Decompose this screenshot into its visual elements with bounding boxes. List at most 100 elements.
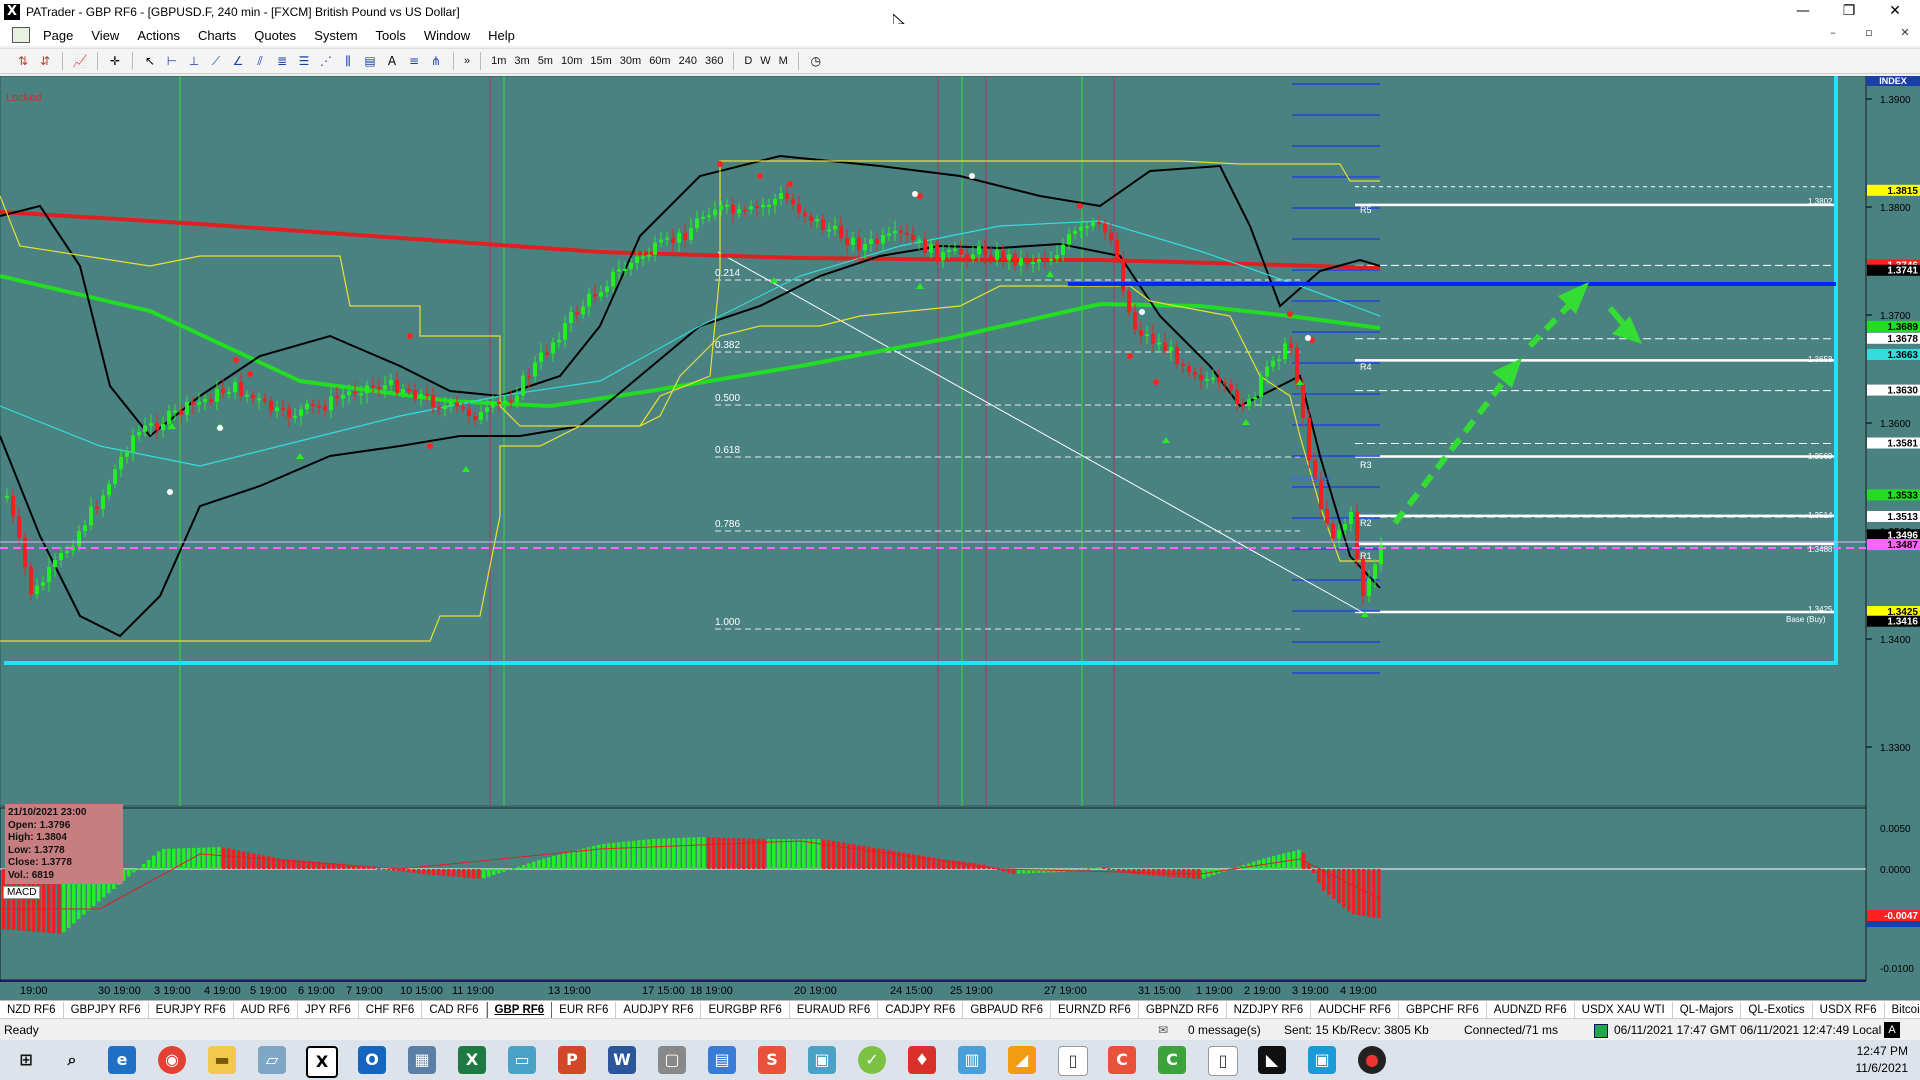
timeframe-360[interactable]: 360 <box>705 55 723 67</box>
minimize-button[interactable]: — <box>1780 0 1826 24</box>
message-icon[interactable]: ✉ <box>1158 1019 1168 1041</box>
rectangle-icon[interactable]: ▤ <box>362 53 378 69</box>
timeframe-1m[interactable]: 1m <box>491 55 506 67</box>
fib-extension-icon[interactable]: ≡ <box>406 53 422 69</box>
file-explorer-icon[interactable]: ▬ <box>208 1046 236 1074</box>
app-icon[interactable]: C <box>1158 1046 1186 1074</box>
tab-nzdjpy-rf6[interactable]: NZDJPY RF6 <box>1227 1002 1312 1018</box>
taskbar-clock[interactable]: 12:47 PM 11/6/2021 <box>1856 1043 1909 1077</box>
toolbar-more-button[interactable]: » <box>464 55 470 67</box>
app-icon[interactable]: ▭ <box>508 1046 536 1074</box>
file-icon[interactable]: ▯ <box>1208 1046 1238 1076</box>
channel-icon[interactable]: ⫽ <box>252 53 268 69</box>
tab-cad-rf6[interactable]: CAD RF6 <box>422 1002 487 1018</box>
app-icon[interactable]: S <box>758 1046 786 1074</box>
tab-chf-rf6[interactable]: CHF RF6 <box>359 1002 423 1018</box>
order-icon[interactable]: ⇵ <box>37 53 53 69</box>
mdi-restore-button[interactable]: ▫ <box>1856 26 1882 42</box>
period-monthly[interactable]: M <box>779 55 788 67</box>
powerpoint-icon[interactable]: P <box>558 1046 586 1074</box>
cycle-lines-icon[interactable]: ⫼ <box>340 53 356 69</box>
app-icon[interactable]: ◢ <box>1008 1046 1036 1074</box>
menu-tools[interactable]: Tools <box>367 28 415 43</box>
mdi-minimize-button[interactable]: – <box>1820 26 1846 42</box>
tab-ql-majors[interactable]: QL-Majors <box>1673 1002 1742 1018</box>
maximize-button[interactable]: ❐ <box>1826 0 1872 24</box>
menu-system[interactable]: System <box>305 28 366 43</box>
chrome-browser-icon[interactable]: ◉ <box>158 1046 186 1074</box>
edge-browser-icon[interactable]: e <box>108 1046 136 1074</box>
word-icon[interactable]: W <box>608 1046 636 1074</box>
tab-nzd-rf6[interactable]: NZD RF6 <box>0 1002 64 1018</box>
tab-jpy-rf6[interactable]: JPY RF6 <box>298 1002 359 1018</box>
patrader-icon[interactable]: X <box>306 1046 338 1078</box>
pitchfork-icon[interactable]: ⋔ <box>428 53 444 69</box>
tab-gbpnzd-rf6[interactable]: GBPNZD RF6 <box>1139 1002 1227 1018</box>
tab-audnzd-rf6[interactable]: AUDNZD RF6 <box>1487 1002 1575 1018</box>
timeframe-15m[interactable]: 15m <box>590 55 611 67</box>
tab-usdx-rf6[interactable]: USDX RF6 <box>1813 1002 1885 1018</box>
excel-icon[interactable]: X <box>458 1046 486 1074</box>
app-icon[interactable]: ▣ <box>1308 1046 1336 1074</box>
cursor-icon[interactable]: ↖ <box>142 53 158 69</box>
tab-eurgbp-rf6[interactable]: EURGBP RF6 <box>701 1002 790 1018</box>
tab-euraud-rf6[interactable]: EURAUD RF6 <box>790 1002 879 1018</box>
timeframe-60m[interactable]: 60m <box>649 55 670 67</box>
price-chart[interactable]: INDEX 0.214 0.382 0.500 0.618 0.786 1.00… <box>0 76 1920 1000</box>
horizontal-line-icon[interactable]: ⊢ <box>164 53 180 69</box>
mdi-close-button[interactable]: ✕ <box>1892 26 1918 42</box>
menu-charts[interactable]: Charts <box>189 28 245 43</box>
crosshair-icon[interactable]: ✛ <box>107 53 123 69</box>
menu-page[interactable]: Page <box>34 28 82 43</box>
tab-gbpaud-rf6[interactable]: GBPAUD RF6 <box>963 1002 1051 1018</box>
outlook-icon[interactable]: O <box>358 1046 386 1074</box>
app-icon[interactable]: ▢ <box>658 1046 686 1074</box>
tab-cadjpy-rf6[interactable]: CADJPY RF6 <box>878 1002 964 1018</box>
tab-bitcoin[interactable]: Bitcoin <box>1885 1002 1920 1018</box>
app-icon[interactable]: ▱ <box>258 1046 286 1074</box>
app-icon[interactable]: ▤ <box>708 1046 736 1074</box>
windows-start-icon[interactable]: ⊞ <box>12 1046 40 1074</box>
tab-audjpy-rf6[interactable]: AUDJPY RF6 <box>616 1002 702 1018</box>
text-icon[interactable]: A <box>384 53 400 69</box>
tab-eurjpy-rf6[interactable]: EURJPY RF6 <box>149 1002 234 1018</box>
tab-eur-rf6[interactable]: EUR RF6 <box>552 1002 617 1018</box>
app-icon[interactable]: ✓ <box>858 1046 886 1074</box>
app-icon[interactable]: ♦ <box>908 1046 936 1074</box>
app-icon[interactable]: ▥ <box>958 1046 986 1074</box>
tab-gbpjpy-rf6[interactable]: GBPJPY RF6 <box>64 1002 149 1018</box>
trend-line-icon[interactable]: ⟋ <box>208 53 224 69</box>
timeframe-5m[interactable]: 5m <box>538 55 553 67</box>
chart-icon[interactable]: 📈 <box>72 53 88 69</box>
tab-usdx-xau-wti[interactable]: USDX XAU WTI <box>1575 1002 1673 1018</box>
timeframe-3m[interactable]: 3m <box>514 55 529 67</box>
timeframe-30m[interactable]: 30m <box>620 55 641 67</box>
close-button[interactable]: ✕ <box>1872 0 1918 24</box>
notepad-icon[interactable]: ▯ <box>1058 1046 1088 1076</box>
search-icon[interactable]: ⌕ <box>58 1046 86 1074</box>
app-icon[interactable]: C <box>1108 1046 1136 1074</box>
menu-quotes[interactable]: Quotes <box>245 28 305 43</box>
menu-help[interactable]: Help <box>479 28 524 43</box>
ray-icon[interactable]: ∠ <box>230 53 246 69</box>
clock-icon[interactable]: ◷ <box>808 53 824 69</box>
buy-sell-icon[interactable]: ⇅ <box>15 53 31 69</box>
tab-eurnzd-rf6[interactable]: EURNZD RF6 <box>1051 1002 1139 1018</box>
app-icon[interactable]: ◣ <box>1258 1046 1286 1074</box>
app-icon[interactable]: ● <box>1358 1046 1386 1074</box>
gann-icon[interactable]: ⋰ <box>318 53 334 69</box>
calculator-icon[interactable]: ▦ <box>408 1046 436 1074</box>
menu-actions[interactable]: Actions <box>128 28 189 43</box>
timeframe-10m[interactable]: 10m <box>561 55 582 67</box>
tab-audchf-rf6[interactable]: AUDCHF RF6 <box>1311 1002 1399 1018</box>
chart-canvas[interactable]: INDEX 0.214 0.382 0.500 0.618 0.786 1.00… <box>0 76 1920 1000</box>
page-icon[interactable] <box>12 27 30 43</box>
tab-gbpchf-rf6[interactable]: GBPCHF RF6 <box>1399 1002 1487 1018</box>
menu-view[interactable]: View <box>82 28 128 43</box>
tab-aud-rf6[interactable]: AUD RF6 <box>234 1002 298 1018</box>
menu-window[interactable]: Window <box>415 28 479 43</box>
period-weekly[interactable]: W <box>760 55 770 67</box>
fib-fan-icon[interactable]: ☰ <box>296 53 312 69</box>
app-icon[interactable]: ▣ <box>808 1046 836 1074</box>
period-daily[interactable]: D <box>744 55 752 67</box>
